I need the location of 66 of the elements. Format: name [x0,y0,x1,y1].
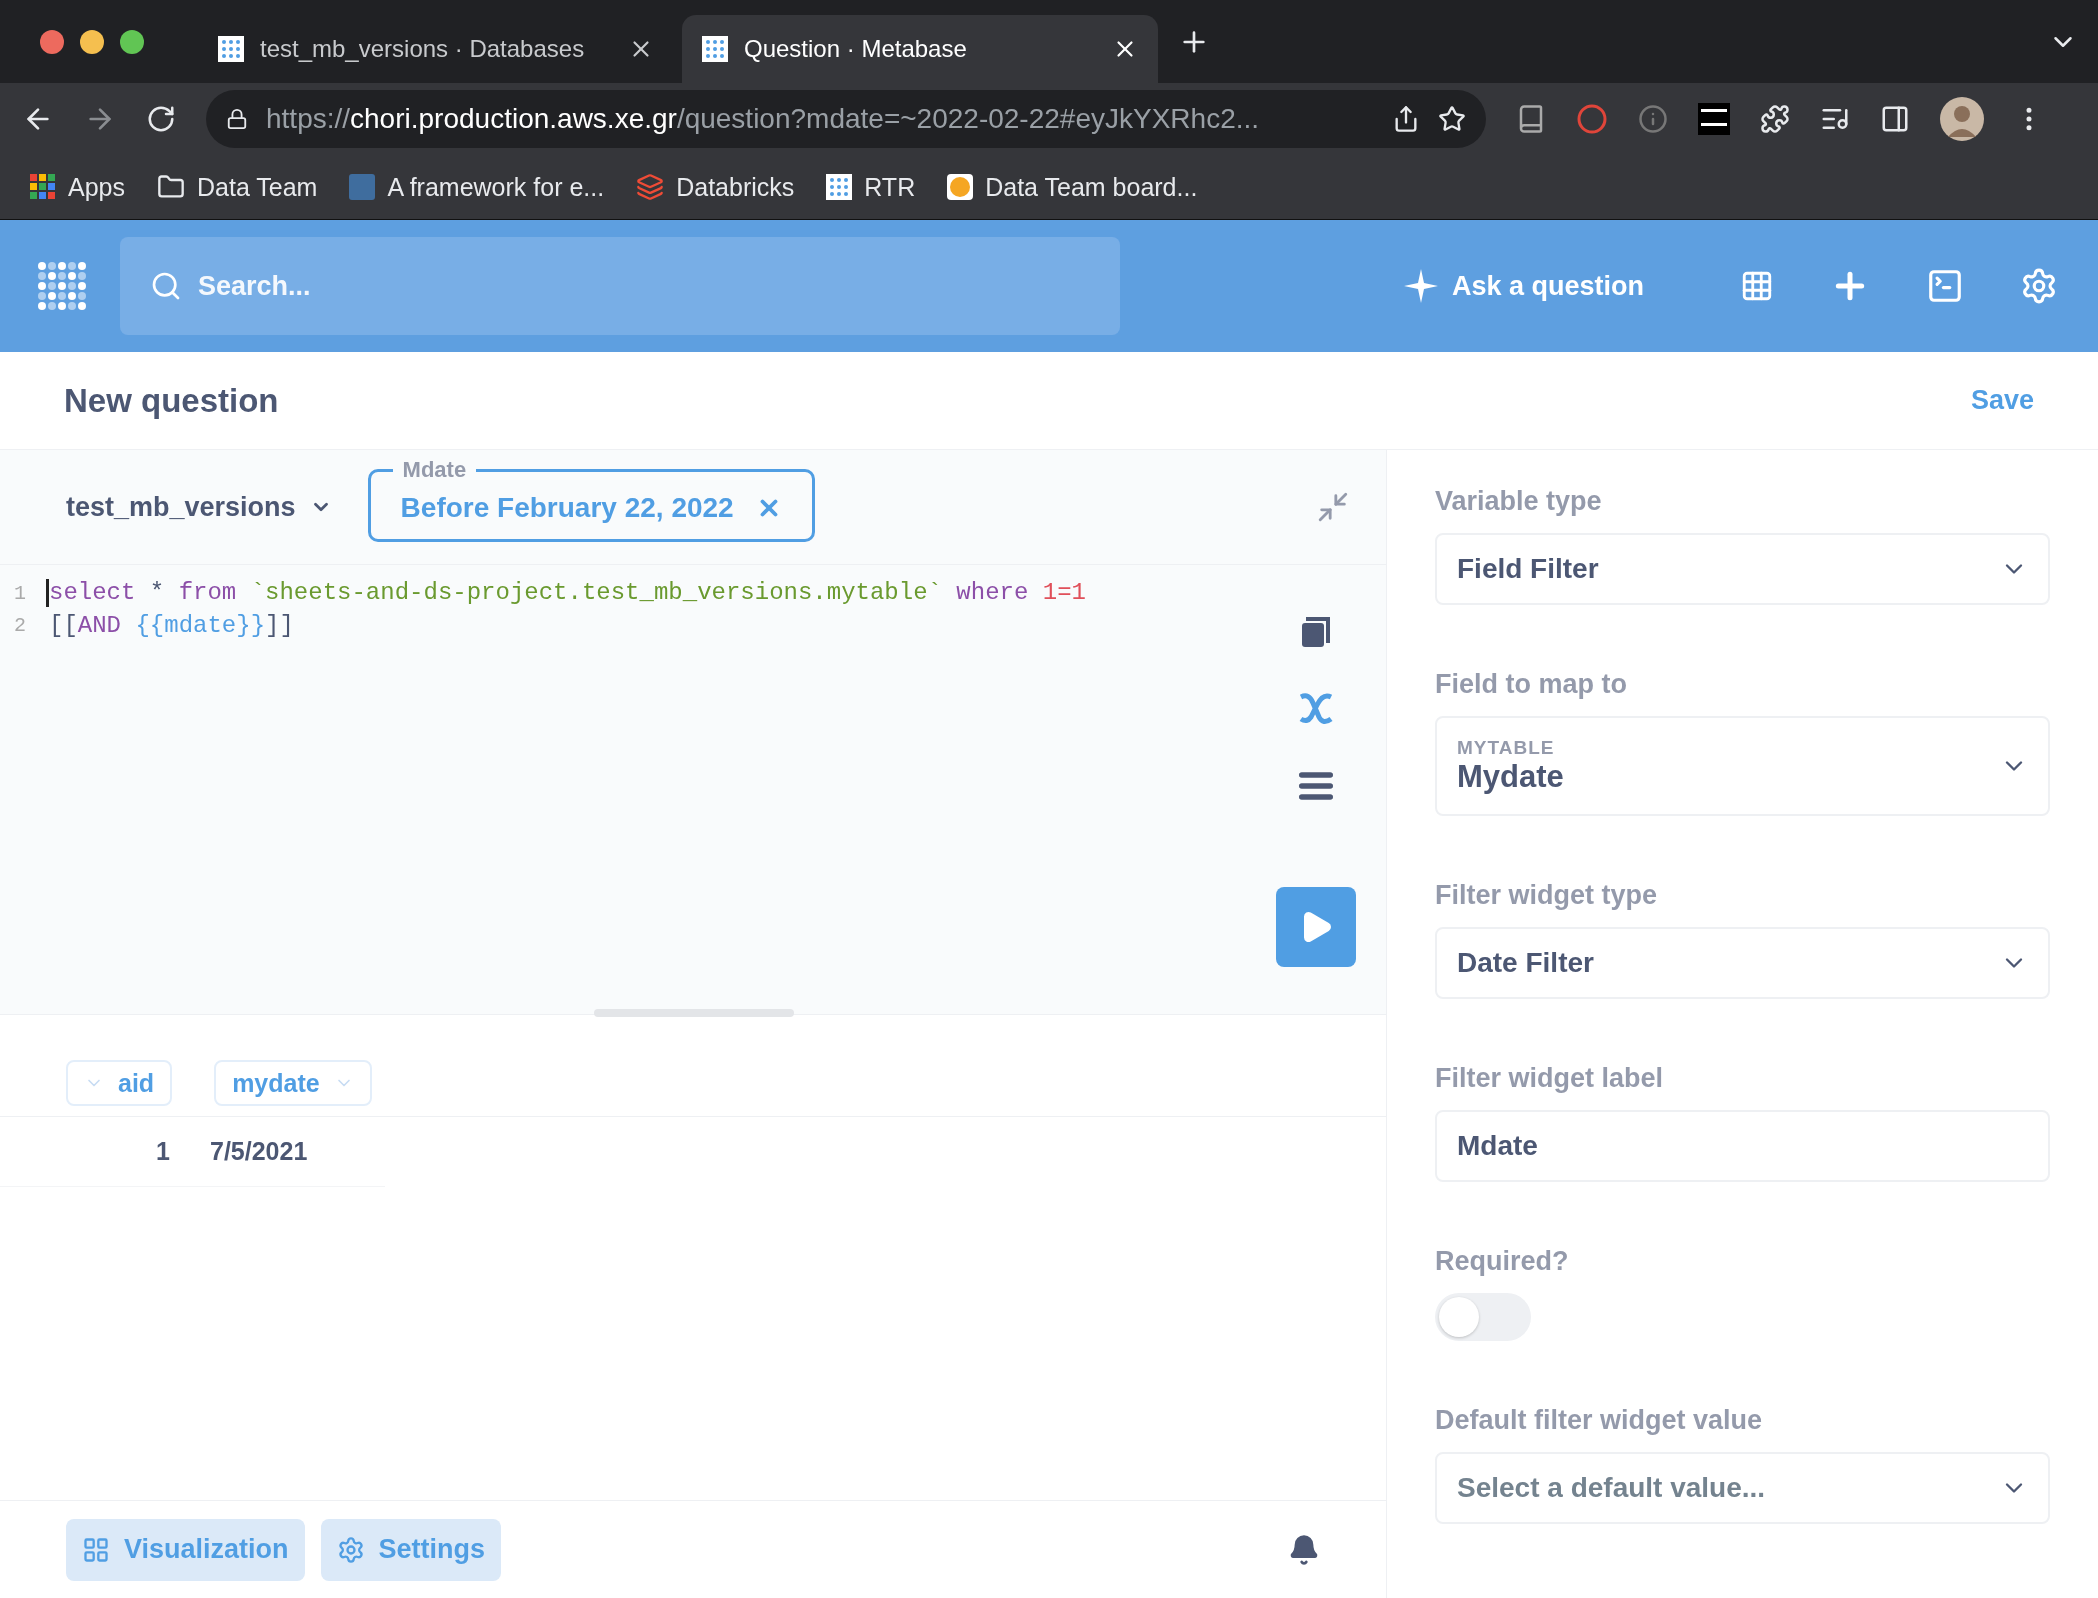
table-name: MYTABLE [1457,737,1556,759]
gear-icon [336,1535,365,1564]
apps-grid-icon [30,174,56,200]
lock-icon [226,108,248,130]
field-label: Filter widget type [1435,880,1659,911]
variable-icon[interactable] [1297,691,1335,725]
select-value: Date Filter [1457,947,1595,979]
field-label: Default filter widget value [1435,1405,1764,1436]
dot-grid-icon [702,36,728,62]
star-icon[interactable] [1438,105,1466,133]
bookmark[interactable]: Data Team [157,172,318,202]
table-cell-text: 1 [155,1137,170,1166]
terminal-icon[interactable] [1926,267,1964,305]
database-selector[interactable]: test_mb_versions [66,483,332,531]
bookmark[interactable]: Data Team board... [947,172,1198,202]
grid-icon[interactable] [1740,269,1774,303]
collapse-icon[interactable] [1316,490,1350,524]
settings-icon[interactable] [2020,267,2058,305]
line-number: 1 [13,581,27,605]
resize-handle[interactable] [594,1009,794,1017]
dot-grid-icon [826,174,853,200]
sparkle-icon [1403,269,1438,303]
info-icon[interactable] [1638,104,1668,134]
side-panel-icon[interactable] [1880,104,1910,134]
layers-icon [636,173,665,201]
address-bar[interactable]: https://chori.production.aws.xe.gr/question?mdate=~2022-02-22#eyJkYXRhc2... [206,90,1486,148]
table-cell: 7/5/2021 [210,1137,308,1166]
field-label: Filter widget label [1435,1063,1665,1094]
browser-tab[interactable]: test_mb_versions · Databases [198,15,674,83]
window-close-button[interactable] [40,29,64,54]
bookmark[interactable]: Databricks [636,172,795,202]
circle-logo-icon [947,174,974,200]
bookmark[interactable]: Apps [30,172,125,202]
code-line[interactable]: select * from `sheets-and-ds-project.test_mb_versions.mytable` where 1=1 [46,579,1086,607]
select-placeholder: Select a default value... [1457,1472,1767,1504]
reload-icon[interactable] [146,104,176,134]
toggle-switch[interactable] [1435,1293,1531,1341]
select-field[interactable]: Select a default value... [1435,1452,2050,1524]
field-name: Mydate [1457,759,1565,795]
select-field[interactable]: MYTABLE Mydate [1435,716,2050,816]
code-line[interactable]: [[AND {{mdate}}]] [46,611,294,639]
page-title: New question [64,381,279,420]
filter-value: Before February 22, 2022 [400,491,734,524]
select-field[interactable]: Date Filter [1435,927,2050,999]
field-label: Field to map to [1435,669,1628,700]
window-minimize-button[interactable] [80,29,104,54]
bell-icon[interactable] [1288,1533,1320,1566]
square-logo-icon [349,174,376,200]
line-number: 2 [13,613,27,637]
select-field[interactable]: Field Filter [1435,533,2050,605]
window-zoom-button[interactable] [120,29,144,54]
grid-icon [82,1535,110,1564]
puzzle-icon[interactable] [1760,104,1790,134]
avatar[interactable] [1940,97,1984,141]
bookmark[interactable]: A framework for e... [349,172,605,202]
bookmark[interactable]: RTR [826,172,916,202]
input-field[interactable]: Mdate [1435,1110,2050,1182]
run-button[interactable] [1276,887,1356,967]
filter-label: Mdate [401,458,468,482]
search-icon [150,270,182,302]
browser-tab[interactable]: Question · Metabase [682,15,1158,83]
select-value: Field Filter [1457,553,1600,585]
field-label: Required? [1435,1246,1570,1277]
dot-grid-icon [218,36,244,62]
field-label: Variable type [1435,486,1603,517]
folder-icon [157,173,185,201]
